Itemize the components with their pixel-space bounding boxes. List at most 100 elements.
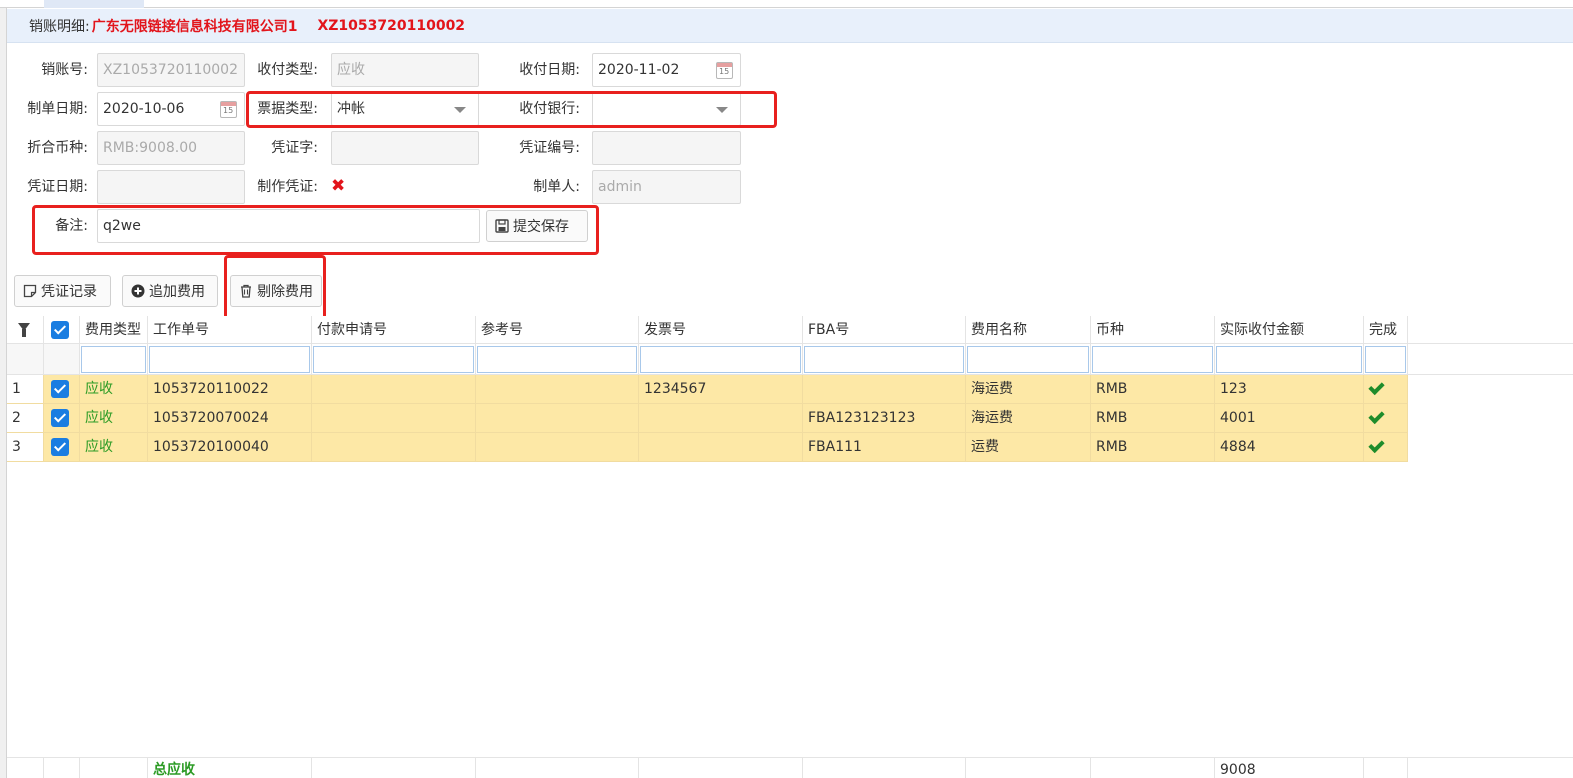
col-header-job-no[interactable]: 工作单号 xyxy=(148,316,312,343)
make-voucher-label: 制作凭证: xyxy=(257,179,318,195)
filter-cell xyxy=(639,344,803,374)
creator-field: admin xyxy=(592,170,741,204)
creator-label: 制单人: xyxy=(533,179,580,195)
cell-amount: 4884 xyxy=(1215,433,1364,461)
summary-spacer xyxy=(803,758,966,778)
calendar-icon[interactable]: 15 xyxy=(220,101,237,118)
checkbox-checked xyxy=(51,409,69,427)
filter-input-job-no[interactable] xyxy=(149,346,310,373)
remark-input[interactable]: q2we xyxy=(97,209,480,243)
filter-input-done[interactable] xyxy=(1365,346,1406,373)
checkbox-checked xyxy=(51,438,69,456)
row-checkbox[interactable] xyxy=(44,404,80,432)
remark-label: 备注: xyxy=(55,218,88,234)
save-icon xyxy=(495,219,509,233)
filter-spacer xyxy=(7,344,44,374)
active-tab[interactable] xyxy=(44,0,144,8)
summary-spacer xyxy=(312,758,476,778)
row-checkbox[interactable] xyxy=(44,375,80,403)
bill-type-label: 票据类型: xyxy=(257,101,318,117)
cell-job-no: 1053720110022 xyxy=(148,375,312,403)
submit-save-button[interactable]: 提交保存 xyxy=(486,210,588,242)
filter-input-currency[interactable] xyxy=(1092,346,1213,373)
filter-input-ref-no[interactable] xyxy=(477,346,637,373)
pay-date-value: 2020-11-02 xyxy=(598,62,680,78)
account-no-field: XZ1053720110002 xyxy=(97,53,245,87)
col-header-ref-no[interactable]: 参考号 xyxy=(476,316,639,343)
cell-fee-name: 运费 xyxy=(966,433,1091,461)
filter-row xyxy=(7,344,1573,375)
col-header-invoice-no[interactable]: 发票号 xyxy=(639,316,803,343)
col-header-done[interactable]: 完成 xyxy=(1364,316,1408,343)
page-title-bar: 销账明细: 广东无限链接信息科技有限公司1 XZ1053720110002 xyxy=(7,9,1573,43)
chevron-down-icon xyxy=(454,107,466,113)
col-header-fba-no[interactable]: FBA号 xyxy=(803,316,966,343)
col-header-currency[interactable]: 币种 xyxy=(1091,316,1215,343)
row-number: 2 xyxy=(7,404,44,432)
filter-toggle[interactable] xyxy=(7,316,44,343)
cell-invoice-no: 1234567 xyxy=(639,375,803,403)
col-header-pay-apply-no[interactable]: 付款申请号 xyxy=(312,316,476,343)
currency-field: RMB:9008.00 xyxy=(97,131,245,165)
bank-select[interactable] xyxy=(592,92,741,126)
filter-cell xyxy=(476,344,639,374)
delete-fee-button[interactable]: 剔除费用 xyxy=(230,275,322,307)
voucher-word-field[interactable] xyxy=(331,131,479,165)
pay-date-field[interactable]: 2020-11-02 15 xyxy=(592,53,741,87)
cell-fee-name: 海运费 xyxy=(966,375,1091,403)
col-header-amount[interactable]: 实际收付金额 xyxy=(1215,316,1364,343)
filter-input-amount[interactable] xyxy=(1216,346,1362,373)
table-row[interactable]: 3 应收 1053720100040 FBA111 运费 RMB 4884 xyxy=(7,433,1408,462)
cell-ref-no xyxy=(476,375,639,403)
create-date-field[interactable]: 2020-10-06 15 xyxy=(97,92,245,126)
table-row[interactable]: 2 应收 1053720070024 FBA123123123 海运费 RMB … xyxy=(7,404,1408,433)
summary-spacer xyxy=(476,758,639,778)
voucher-record-button[interactable]: 凭证记录 xyxy=(14,275,111,307)
filter-cell xyxy=(1215,344,1364,374)
filter-cell xyxy=(148,344,312,374)
filter-input-fee-name[interactable] xyxy=(967,346,1089,373)
voucher-no-field[interactable] xyxy=(592,131,741,165)
add-fee-button[interactable]: 追加费用 xyxy=(122,275,218,307)
account-code: XZ1053720110002 xyxy=(317,17,466,34)
summary-amount: 9008 xyxy=(1215,758,1364,778)
filter-input-fee-type[interactable] xyxy=(81,346,146,373)
cell-done xyxy=(1364,404,1408,432)
calendar-icon[interactable]: 15 xyxy=(716,62,733,79)
calendar-day: 15 xyxy=(719,67,730,76)
row-checkbox[interactable] xyxy=(44,433,80,461)
currency-label: 折合币种: xyxy=(27,140,88,156)
cell-currency: RMB xyxy=(1091,404,1215,432)
summary-spacer xyxy=(639,758,803,778)
cell-done xyxy=(1364,433,1408,461)
grid-header: 费用类型 工作单号 付款申请号 参考号 发票号 FBA号 费用名称 币种 实际收… xyxy=(7,316,1573,344)
left-scroll-edge xyxy=(0,8,7,778)
summary-spacer xyxy=(1091,758,1215,778)
filter-input-fba-no[interactable] xyxy=(804,346,964,373)
filter-cell xyxy=(1364,344,1408,374)
delete-fee-label: 剔除费用 xyxy=(257,284,313,300)
voucher-date-field[interactable] xyxy=(97,170,245,204)
summary-spacer xyxy=(80,758,148,778)
filter-input-pay-apply-no[interactable] xyxy=(313,346,474,373)
filter-input-invoice-no[interactable] xyxy=(640,346,801,373)
trash-icon xyxy=(241,284,251,298)
cell-fba-no: FBA111 xyxy=(803,433,966,461)
filter-icon xyxy=(18,323,30,337)
calendar-day: 15 xyxy=(223,106,234,115)
checkbox-checked xyxy=(51,380,69,398)
chevron-down-icon xyxy=(716,107,728,113)
filter-cell xyxy=(966,344,1091,374)
cell-pay-apply-no xyxy=(312,404,476,432)
col-header-fee-type[interactable]: 费用类型 xyxy=(80,316,148,343)
cell-pay-apply-no xyxy=(312,433,476,461)
cell-currency: RMB xyxy=(1091,375,1215,403)
voucher-date-label: 凭证日期: xyxy=(27,179,88,195)
pay-type-field: 应收 xyxy=(331,53,479,87)
table-row[interactable]: 1 应收 1053720110022 1234567 海运费 RMB 123 xyxy=(7,375,1408,404)
bill-type-select[interactable]: 冲帐 xyxy=(331,92,479,126)
select-all-checkbox[interactable] xyxy=(44,316,80,343)
cell-ref-no xyxy=(476,404,639,432)
cell-amount: 4001 xyxy=(1215,404,1364,432)
col-header-fee-name[interactable]: 费用名称 xyxy=(966,316,1091,343)
